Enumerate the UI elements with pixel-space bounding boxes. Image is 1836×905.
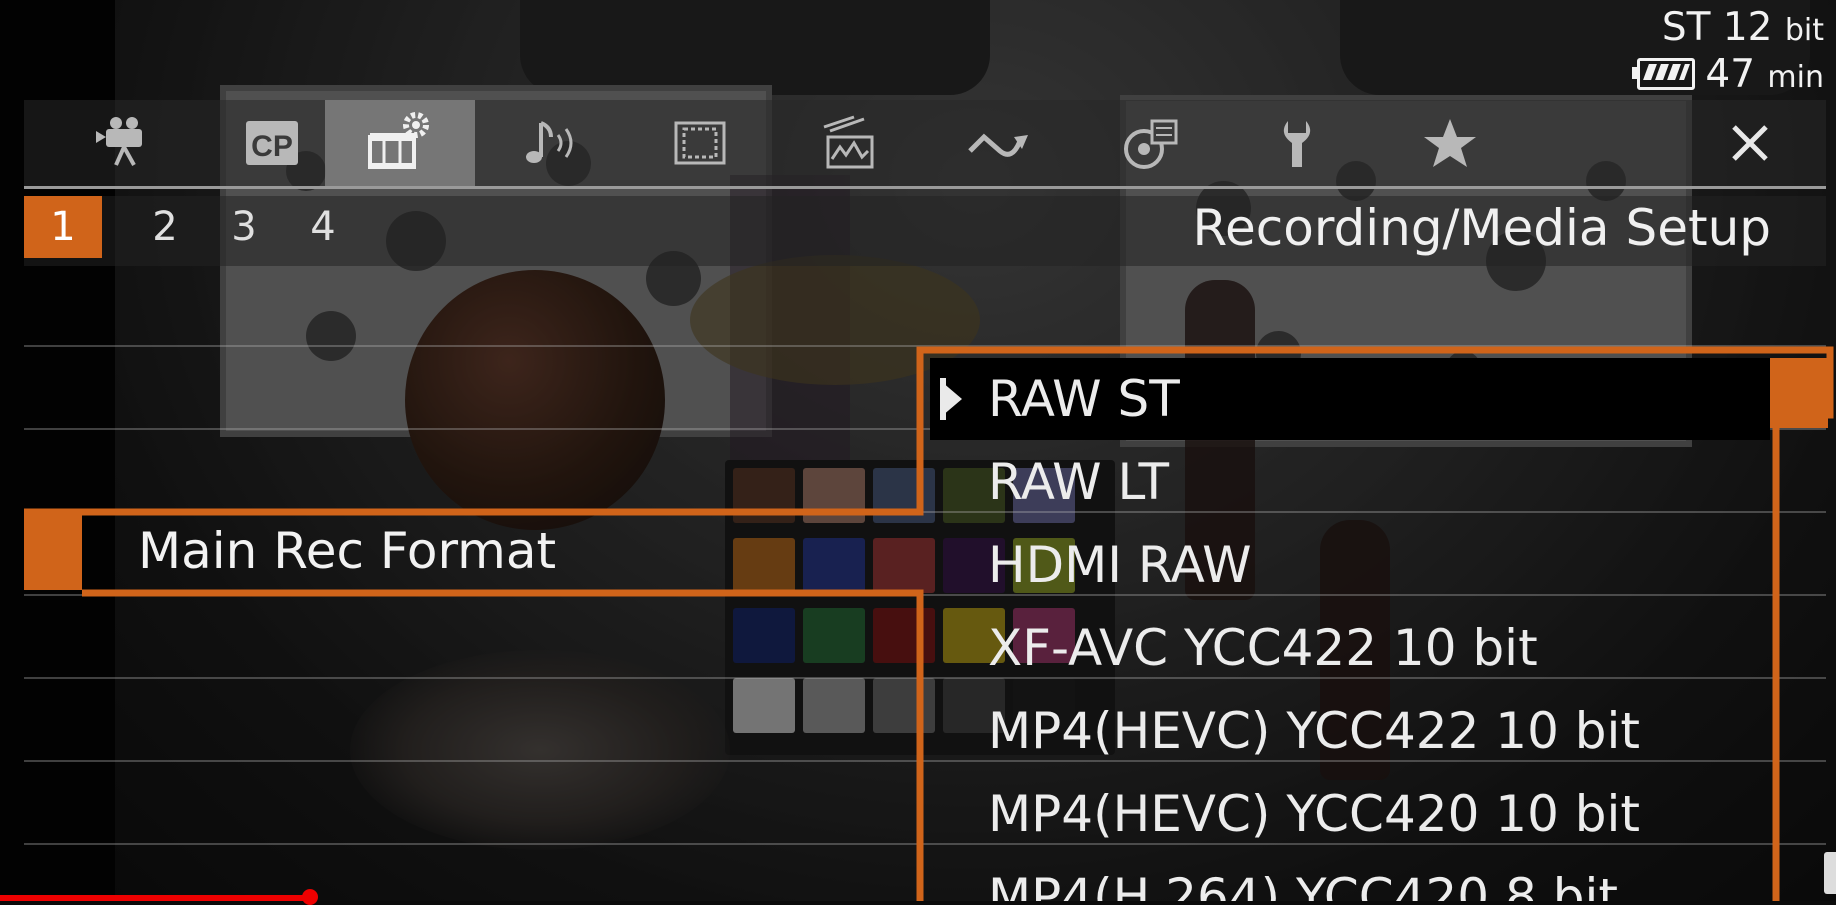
option-mp4-h264-ycc420-8bit[interactable]: MP4(H.264) YCC420 8 bit (930, 856, 1770, 901)
remaining-time-value: 47 (1705, 52, 1756, 97)
option-xf-avc-ycc422-10bit[interactable]: XF-AVC YCC422 10 bit (930, 607, 1770, 689)
video-progress-handle[interactable] (302, 889, 318, 905)
option-list: RAW ST RAW LT HDMI RAW XF-AVC YCC422 10 … (930, 358, 1770, 901)
remaining-time-unit: min (1767, 60, 1824, 95)
close-icon (1732, 125, 1768, 161)
option-label: HDMI RAW (988, 536, 1252, 594)
page-title: Recording/Media Setup (1192, 199, 1771, 257)
option-label: MP4(HEVC) YCC422 10 bit (988, 702, 1641, 760)
selected-arrow-icon (942, 382, 962, 416)
page-4-button[interactable]: 4 (284, 196, 362, 258)
option-label: MP4(HEVC) YCC420 10 bit (988, 785, 1641, 843)
option-label: XF-AVC YCC422 10 bit (988, 619, 1538, 677)
wave-icon (968, 133, 1028, 157)
option-raw-st[interactable]: RAW ST (930, 358, 1770, 440)
menu-page-bar: 1 2 3 4 Recording/Media Setup (24, 196, 1826, 266)
battery-icon (1632, 57, 1696, 90)
tab-recording-media-setup[interactable] (325, 100, 475, 186)
wrench-icon (1283, 121, 1311, 167)
tab-system[interactable] (1075, 100, 1225, 186)
star-icon (1424, 119, 1476, 167)
setting-label: Main Rec Format (138, 522, 557, 580)
video-progress-bar[interactable] (0, 895, 312, 901)
film-gear-icon (368, 112, 429, 169)
tab-camera[interactable] (49, 100, 199, 186)
option-mp4-hevc-ycc422-10bit[interactable]: MP4(HEVC) YCC422 10 bit (930, 690, 1770, 772)
close-button[interactable] (1675, 100, 1825, 186)
option-mp4-hevc-ycc420-10bit[interactable]: MP4(HEVC) YCC420 10 bit (930, 773, 1770, 855)
svg-text:CP: CP (251, 130, 293, 163)
page-2-button[interactable]: 2 (126, 196, 204, 258)
tab-assistance[interactable] (775, 100, 925, 186)
page-1-button[interactable]: 1 (24, 196, 102, 258)
recording-format-status: ST 12 bit (1637, 6, 1824, 53)
tab-audio[interactable] (475, 100, 625, 186)
cp-icon: CP (246, 121, 298, 165)
waveform-monitor-icon (823, 115, 874, 169)
tab-network[interactable] (925, 100, 1075, 186)
frame-icon (674, 121, 726, 165)
option-label: RAW LT (988, 453, 1170, 511)
main-rec-format-setting[interactable]: Main Rec Format (24, 512, 924, 590)
tab-my-menu[interactable] (1375, 100, 1525, 186)
option-raw-lt[interactable]: RAW LT (930, 441, 1770, 523)
tab-monitoring[interactable] (625, 100, 775, 186)
row-divider (24, 345, 1826, 347)
menu-tab-bar: CP (24, 100, 1826, 189)
option-hdmi-raw[interactable]: HDMI RAW (930, 524, 1770, 606)
edge-overlay-tab (1824, 852, 1836, 894)
tab-maintenance[interactable] (1225, 100, 1375, 186)
movie-camera-icon (96, 117, 142, 166)
system-icon (1124, 119, 1178, 169)
option-label: RAW ST (988, 370, 1180, 428)
format-value: ST 12 (1661, 5, 1773, 50)
audio-icon (526, 121, 573, 163)
format-unit: bit (1784, 13, 1824, 48)
selection-marker (24, 512, 82, 590)
page-3-button[interactable]: 3 (205, 196, 283, 258)
status-area: ST 12 bit 47 min (1632, 6, 1824, 100)
battery-status: 47 min (1632, 52, 1824, 100)
scroll-indicator (1770, 358, 1828, 428)
option-label: MP4(H.264) YCC420 8 bit (988, 868, 1618, 901)
